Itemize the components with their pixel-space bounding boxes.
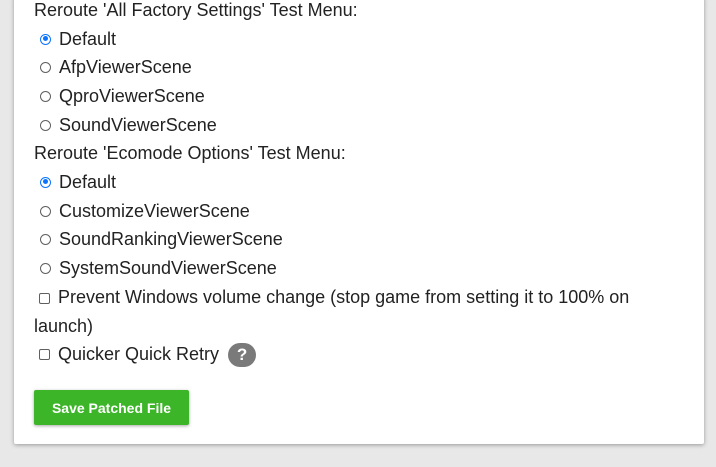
help-icon[interactable]: ? [228,342,257,367]
prevent-volume-checkbox[interactable] [39,292,50,304]
factory-radio-qproviewerscene[interactable] [40,90,51,102]
factory-radio-afpviewerscene[interactable] [40,62,51,74]
ecomode-option-label: SystemSoundViewerScene [59,258,277,279]
ecomode-option-soundrankingviewerscene[interactable]: SoundRankingViewerScene [34,226,684,255]
options-content: Reroute 'All Factory Settings' Test Menu… [34,0,684,369]
factory-option-qproviewerscene[interactable]: QproViewerScene [34,82,684,111]
prevent-volume-option[interactable]: Prevent Windows volume change (stop game… [34,283,654,340]
quicker-retry-label: Quicker Quick Retry [58,344,220,365]
factory-option-afpviewerscene[interactable]: AfpViewerScene [34,53,684,82]
factory-option-label: AfpViewerScene [59,57,192,78]
ecomode-option-label: CustomizeViewerScene [59,200,250,221]
factory-radio-default[interactable] [40,33,51,45]
ecomode-menu-label: Reroute 'Ecomode Options' Test Menu: [34,143,346,164]
factory-option-label: Default [59,28,117,49]
save-patched-file-button[interactable]: Save Patched File [34,390,189,425]
ecomode-radio-default[interactable] [40,176,51,188]
ecomode-option-default[interactable]: Default [34,168,684,197]
ecomode-radio-customizeviewerscene[interactable] [40,205,51,217]
ecomode-option-customizeviewerscene[interactable]: CustomizeViewerScene [34,197,684,226]
factory-radio-soundviewerscene[interactable] [40,119,51,131]
factory-option-soundviewerscene[interactable]: SoundViewerScene [34,111,684,140]
ecomode-radio-systemsoundviewerscene[interactable] [40,263,51,275]
ecomode-option-systemsoundviewerscene[interactable]: SystemSoundViewerScene [34,254,684,283]
patch-options-card: Reroute 'All Factory Settings' Test Menu… [14,0,704,444]
factory-option-label: QproViewerScene [59,85,205,106]
ecomode-radio-soundrankingviewerscene[interactable] [40,234,51,246]
ecomode-option-label: SoundRankingViewerScene [59,229,283,250]
factory-option-label: SoundViewerScene [59,114,217,135]
factory-menu-label: Reroute 'All Factory Settings' Test Menu… [34,0,358,20]
factory-option-default[interactable]: Default [34,25,684,54]
quicker-retry-option[interactable]: Quicker Quick Retry ? [34,340,684,369]
ecomode-option-label: Default [59,171,117,192]
prevent-volume-label: Prevent Windows volume change (stop game… [34,286,630,336]
quicker-retry-checkbox[interactable] [39,349,50,361]
